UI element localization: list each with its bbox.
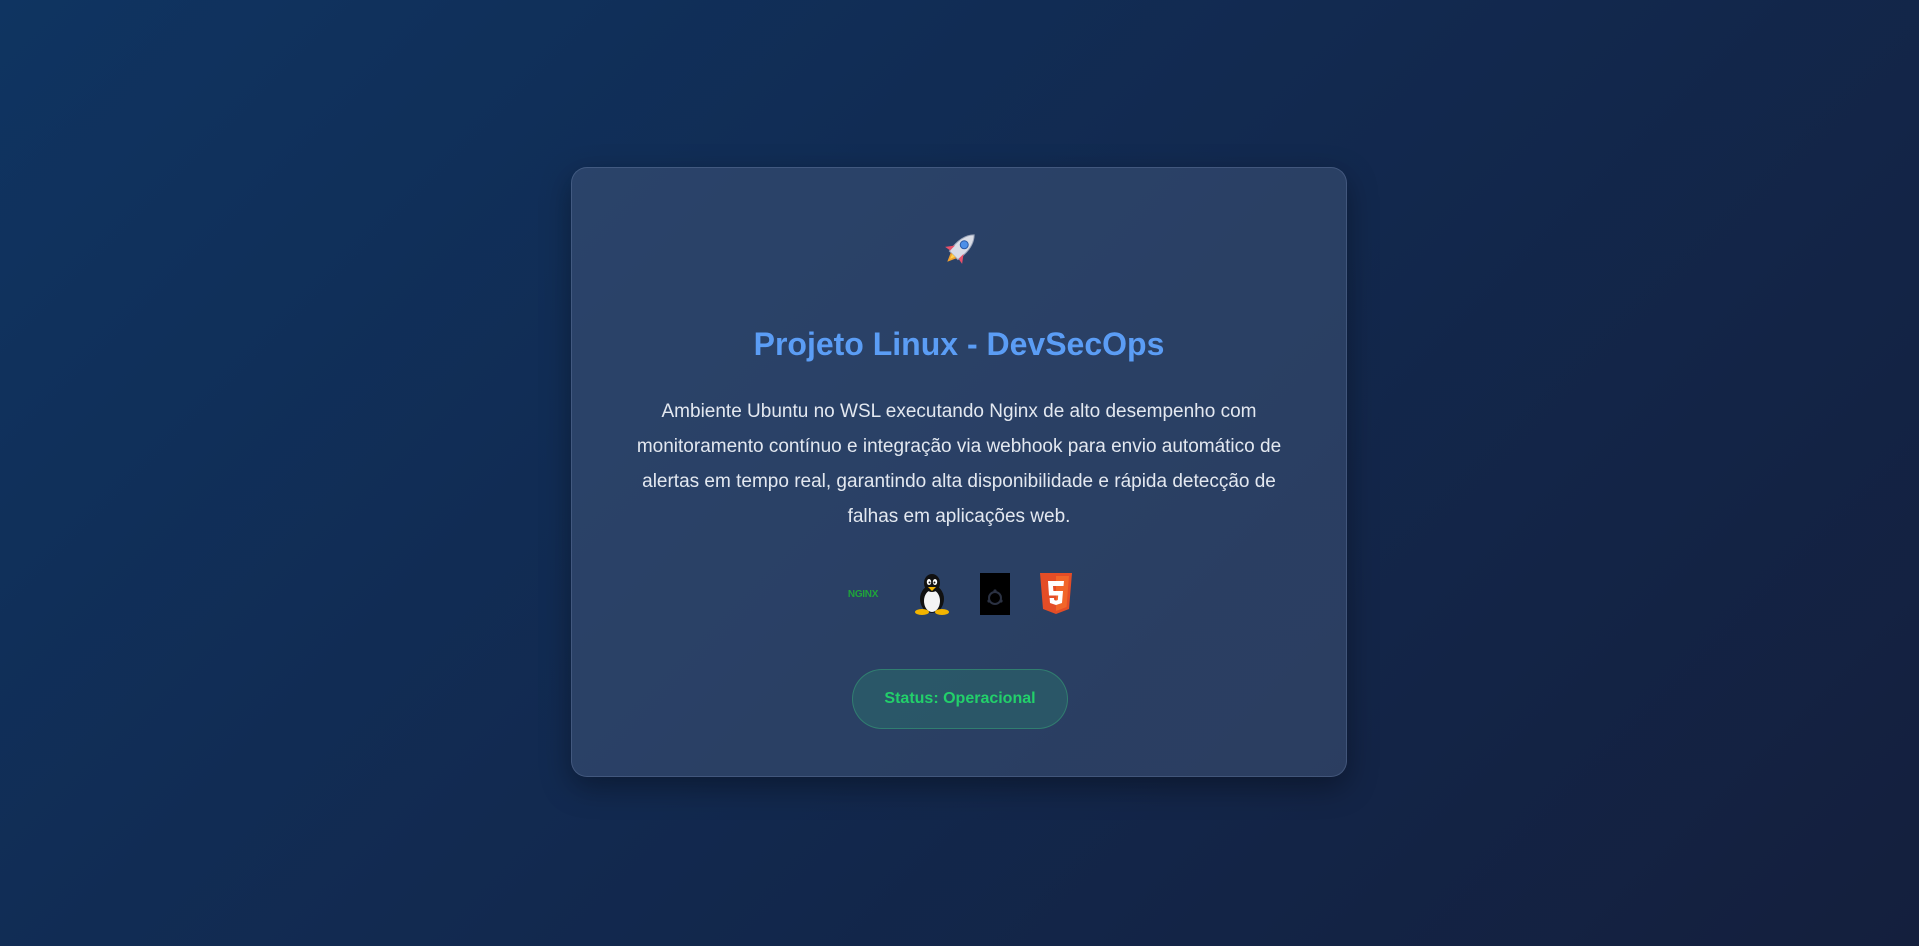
project-card: Projeto Linux - DevSecOps Ambiente Ubunt… [571, 167, 1347, 777]
project-description: Ambiente Ubuntu no WSL executando Nginx … [636, 401, 1282, 527]
linux-tux-icon [915, 574, 949, 615]
nginx-logo-label: NGINX [847, 588, 879, 600]
page-title: Projeto Linux - DevSecOps [753, 326, 1165, 362]
status-badge: Status: Operacional [852, 669, 1068, 729]
ubuntu-logo-icon [980, 573, 1010, 615]
nginx-logo-icon: NGINX [842, 573, 884, 615]
html5-logo-icon [1040, 573, 1072, 614]
status-label: Status: Operacional [884, 690, 1036, 707]
rocket-icon [945, 234, 975, 264]
tech-logos-row: NGINX [572, 573, 1346, 615]
page-background: { "card": { "icon": "rocket-icon", "titl… [0, 0, 1919, 946]
